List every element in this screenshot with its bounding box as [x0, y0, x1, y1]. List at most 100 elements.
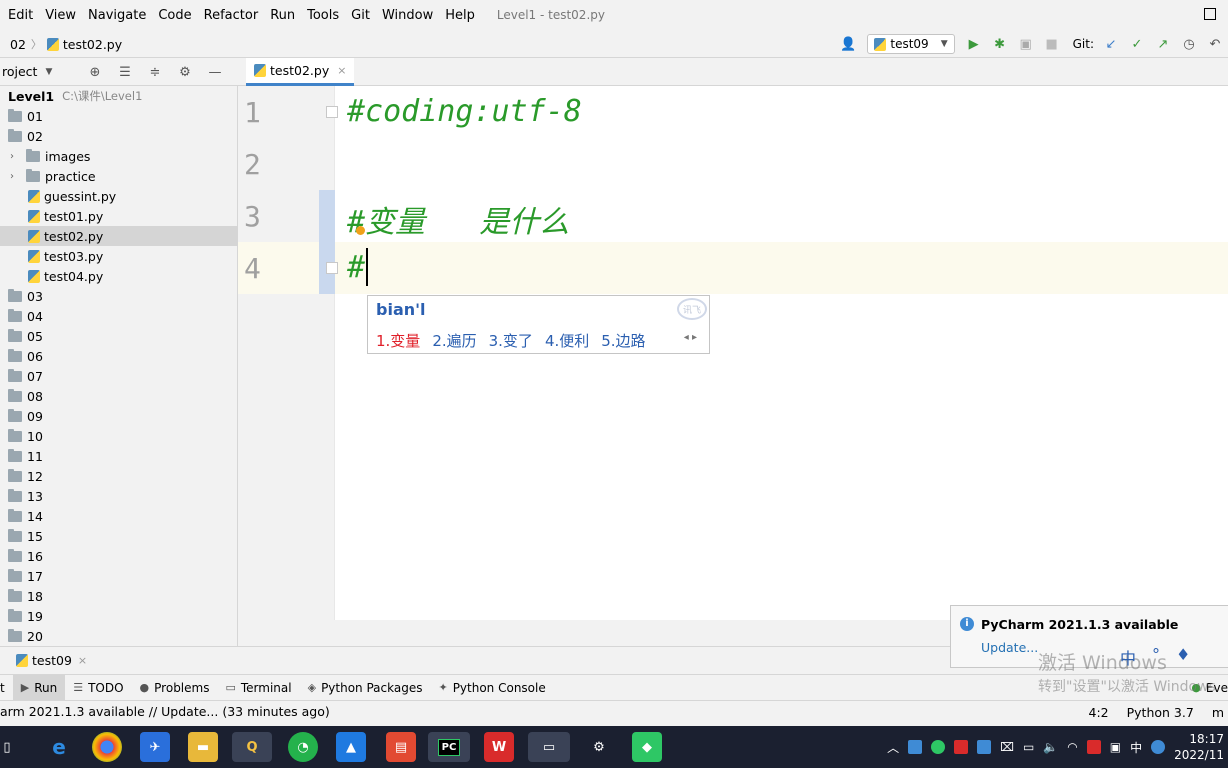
- tree-item-16[interactable]: 16: [0, 546, 238, 566]
- chevron-right-icon[interactable]: ›: [6, 171, 18, 182]
- tool-window-todo[interactable]: ☰ TODO: [65, 675, 131, 701]
- tray-app-icon[interactable]: [954, 740, 969, 754]
- user-icon[interactable]: 👤: [837, 33, 859, 55]
- stop-icon[interactable]: ■: [1041, 33, 1063, 55]
- menu-tools[interactable]: Tools: [301, 8, 345, 23]
- edge-icon[interactable]: e: [44, 732, 74, 762]
- tree-item-09[interactable]: 09: [0, 406, 238, 426]
- tool-window-python-console[interactable]: ✦ Python Console: [430, 675, 553, 701]
- app-icon[interactable]: ✈: [140, 732, 170, 762]
- python-interpreter[interactable]: Python 3.7: [1127, 705, 1194, 720]
- tree-item-06[interactable]: 06: [0, 346, 238, 366]
- tree-item-14[interactable]: 14: [0, 506, 238, 526]
- menu-code[interactable]: Code: [152, 8, 197, 23]
- tool-window-run[interactable]: ▶ Run: [12, 674, 66, 701]
- expand-all-icon[interactable]: ☰: [114, 61, 136, 83]
- vcs-change-marker[interactable]: [319, 190, 335, 294]
- chrome-icon[interactable]: [92, 732, 122, 762]
- tree-item-04[interactable]: 04: [0, 306, 238, 326]
- rollback-icon[interactable]: ↶: [1204, 33, 1226, 55]
- menu-refactor[interactable]: Refactor: [198, 8, 265, 23]
- settings-icon[interactable]: ⚙: [584, 732, 614, 762]
- fold-marker[interactable]: [326, 262, 338, 274]
- fold-marker[interactable]: [326, 106, 338, 118]
- tray-network-off-icon[interactable]: ⌧: [1000, 740, 1014, 754]
- tree-item-test04[interactable]: test04.py: [0, 266, 238, 286]
- tree-item-17[interactable]: 17: [0, 566, 238, 586]
- tree-item-01[interactable]: 01: [0, 106, 238, 126]
- remote-desktop-icon[interactable]: ▭: [528, 732, 570, 762]
- tool-window-python-packages[interactable]: ◈ Python Packages: [300, 675, 431, 701]
- ime-candidate-3[interactable]: 3.变了: [489, 330, 533, 351]
- close-icon[interactable]: ×: [337, 64, 346, 77]
- tool-window-problems[interactable]: ● Problems: [132, 675, 218, 701]
- locate-icon[interactable]: ⊕: [84, 61, 106, 83]
- app-icon[interactable]: ▤: [386, 732, 416, 762]
- status-message[interactable]: arm 2021.1.3 available // Update... (33 …: [0, 704, 330, 719]
- tray-app-icon[interactable]: [977, 740, 992, 754]
- clock[interactable]: 18:17 2022/11: [1174, 731, 1224, 763]
- tree-root[interactable]: Level1 C:\课件\Level1: [0, 86, 238, 106]
- tree-item-10[interactable]: 10: [0, 426, 238, 446]
- tree-item-02[interactable]: 02: [0, 126, 238, 146]
- tree-item-15[interactable]: 15: [0, 526, 238, 546]
- tool-window-partial[interactable]: t: [0, 675, 13, 701]
- menu-help[interactable]: Help: [439, 8, 481, 23]
- tree-item-08[interactable]: 08: [0, 386, 238, 406]
- tray-app-icon[interactable]: [1086, 740, 1101, 754]
- run-tab-test09[interactable]: test09 ×: [16, 653, 87, 668]
- menu-edit[interactable]: Edit: [0, 8, 39, 23]
- chevron-down-icon[interactable]: ▼: [45, 67, 52, 77]
- breadcrumb-folder[interactable]: 02: [10, 37, 26, 52]
- menu-window[interactable]: Window: [376, 8, 439, 23]
- wps-icon[interactable]: W: [484, 732, 514, 762]
- tray-shield-icon[interactable]: [931, 740, 946, 754]
- breadcrumb-file[interactable]: test02.py: [63, 37, 122, 52]
- tree-item-test01[interactable]: test01.py: [0, 206, 238, 226]
- tree-item-test03[interactable]: test03.py: [0, 246, 238, 266]
- ime-tray-icon[interactable]: [1151, 740, 1166, 754]
- tree-item-test02[interactable]: test02.py: [0, 226, 238, 246]
- ime-lang-button[interactable]: 中: [1120, 645, 1136, 669]
- notification-update-link[interactable]: Update...: [981, 640, 1038, 655]
- tree-item-07[interactable]: 07: [0, 366, 238, 386]
- search-app-icon[interactable]: Q: [232, 732, 272, 762]
- ime-candidate-2[interactable]: 2.遍历: [432, 330, 476, 351]
- git-update-icon[interactable]: ↙: [1100, 33, 1122, 55]
- tree-item-guessint[interactable]: guessint.py: [0, 186, 238, 206]
- project-panel-title[interactable]: roject: [2, 64, 37, 79]
- tree-item-practice[interactable]: › practice: [0, 166, 238, 186]
- collapse-all-icon[interactable]: ≑: [144, 61, 166, 83]
- tree-item-19[interactable]: 19: [0, 606, 238, 626]
- tree-item-12[interactable]: 12: [0, 466, 238, 486]
- lightbulb-icon[interactable]: [356, 226, 365, 235]
- ime-punct-button[interactable]: °: [1152, 645, 1160, 669]
- git-push-icon[interactable]: ↗: [1152, 33, 1174, 55]
- gear-icon[interactable]: ⚙: [174, 61, 196, 83]
- app-icon[interactable]: ▲: [336, 732, 366, 762]
- ime-candidate-1[interactable]: 1.变量: [376, 330, 420, 351]
- tray-app-icon[interactable]: ▣: [1110, 740, 1121, 754]
- tool-window-terminal[interactable]: ▭ Terminal: [217, 675, 299, 701]
- input-language-indicator[interactable]: 中: [1130, 739, 1142, 756]
- menu-git[interactable]: Git: [345, 8, 376, 23]
- run-config-selector[interactable]: test09 ▼: [867, 34, 955, 54]
- tree-item-20[interactable]: 20: [0, 626, 238, 646]
- menu-view[interactable]: View: [39, 8, 82, 23]
- close-icon[interactable]: ×: [78, 654, 87, 667]
- tree-item-11[interactable]: 11: [0, 446, 238, 466]
- ime-page-arrows[interactable]: ◂ ▸: [684, 332, 697, 343]
- chevron-up-icon[interactable]: ︿: [887, 739, 899, 756]
- chevron-right-icon[interactable]: ›: [6, 151, 18, 162]
- ime-mic-button[interactable]: ♦: [1176, 645, 1190, 669]
- menu-run[interactable]: Run: [264, 8, 301, 23]
- wifi-icon[interactable]: ◠: [1067, 740, 1077, 754]
- tree-item-images[interactable]: › images: [0, 146, 238, 166]
- debug-icon[interactable]: ✱: [989, 33, 1011, 55]
- maximize-button[interactable]: [1204, 8, 1216, 20]
- pycharm-taskbar-icon[interactable]: PC: [428, 732, 470, 762]
- task-view-icon[interactable]: ▯: [0, 732, 14, 762]
- battery-icon[interactable]: ▭: [1023, 740, 1034, 754]
- tree-item-18[interactable]: 18: [0, 586, 238, 606]
- tray-app-icon[interactable]: [908, 740, 923, 754]
